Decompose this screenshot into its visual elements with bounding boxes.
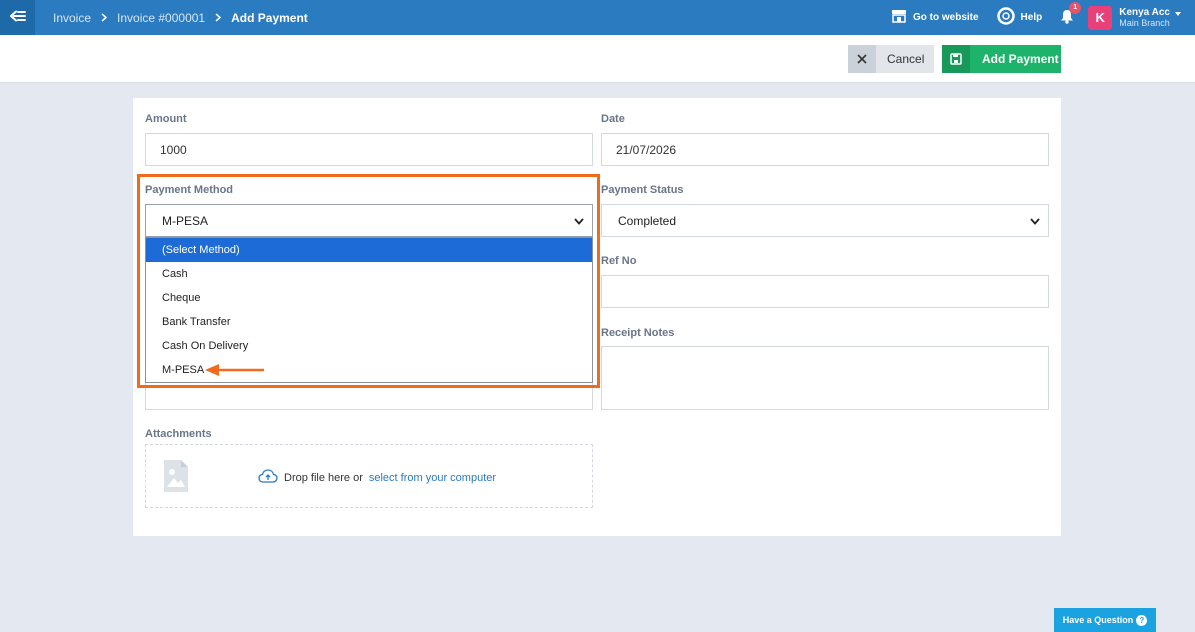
chevron-right-icon <box>215 13 222 22</box>
sidebar-toggle-button[interactable] <box>0 0 35 35</box>
chevron-down-icon <box>574 214 584 228</box>
option-bank-transfer[interactable]: Bank Transfer <box>146 310 592 334</box>
action-bar: Cancel Add Payment <box>0 35 1195 83</box>
pointer-arrow-icon <box>204 363 266 382</box>
breadcrumb-invoice[interactable]: Invoice <box>53 11 91 25</box>
caret-down-icon <box>1175 11 1181 16</box>
payment-method-label: Payment Method <box>145 184 234 196</box>
add-payment-button[interactable]: Add Payment <box>942 45 1061 73</box>
ref-no-label: Ref No <box>601 255 637 267</box>
payment-method-selected: M-PESA <box>162 213 209 228</box>
close-icon <box>848 45 876 73</box>
add-payment-label: Add Payment <box>982 52 1059 66</box>
payment-status-select[interactable]: Completed <box>601 204 1049 237</box>
image-file-icon <box>162 459 190 498</box>
payment-method-options-list: (Select Method) Cash Cheque Bank Transfe… <box>145 237 593 383</box>
have-a-question-button[interactable]: Have a Question ? <box>1054 608 1156 632</box>
menu-back-icon <box>9 9 26 27</box>
payment-status-label: Payment Status <box>601 184 684 196</box>
topbar-actions: Go to website Help 1 K Kenya Acc Main Br… <box>891 0 1195 35</box>
drop-file-label: Drop file here or <box>284 471 363 484</box>
payment-method-select[interactable]: M-PESA <box>145 204 593 237</box>
notification-badge: 1 <box>1069 1 1082 14</box>
receipt-notes-label: Receipt Notes <box>601 327 675 339</box>
question-icon: ? <box>1136 614 1148 626</box>
account-menu[interactable]: K Kenya Acc Main Branch <box>1088 5 1181 30</box>
help-label: Help <box>1020 12 1043 23</box>
breadcrumb-invoice-number[interactable]: Invoice #000001 <box>117 11 205 25</box>
option-select-method[interactable]: (Select Method) <box>146 238 592 262</box>
chevron-right-icon <box>101 13 108 22</box>
option-cash-on-delivery[interactable]: Cash On Delivery <box>146 334 592 358</box>
account-name: Kenya Acc <box>1119 6 1170 18</box>
chevron-down-icon <box>1030 214 1040 228</box>
cancel-button[interactable]: Cancel <box>848 45 934 73</box>
cloud-upload-icon <box>258 469 278 486</box>
option-cash[interactable]: Cash <box>146 262 592 286</box>
account-branch: Main Branch <box>1119 17 1170 28</box>
amount-label: Amount <box>145 113 187 125</box>
go-to-website-link[interactable]: Go to website <box>891 9 979 26</box>
attachments-label: Attachments <box>145 428 212 440</box>
store-icon <box>891 9 907 26</box>
select-from-computer-link[interactable]: select from your computer <box>369 472 496 484</box>
payment-status-selected: Completed <box>618 213 677 228</box>
date-input[interactable]: 21/07/2026 <box>601 133 1049 166</box>
lifebuoy-icon <box>996 7 1015 28</box>
receipt-notes-textarea[interactable] <box>601 346 1049 410</box>
amount-input[interactable]: 1000 <box>145 133 593 166</box>
dropzone-text: Drop file here or select from your compu… <box>258 469 496 486</box>
help-link[interactable]: Help <box>996 7 1043 28</box>
notifications-button[interactable]: 1 <box>1060 1 1082 27</box>
save-icon <box>942 45 970 73</box>
cancel-label: Cancel <box>887 52 925 66</box>
breadcrumb-current-page: Add Payment <box>231 10 308 25</box>
go-to-website-label: Go to website <box>912 12 979 23</box>
top-navbar: Invoice Invoice #000001 Add Payment Go t… <box>0 0 1195 35</box>
breadcrumb: Invoice Invoice #000001 Add Payment <box>53 0 308 35</box>
avatar: K <box>1088 5 1113 30</box>
option-cheque[interactable]: Cheque <box>146 286 592 310</box>
file-dropzone[interactable]: Drop file here or select from your compu… <box>145 444 593 508</box>
have-a-question-label: Have a Question <box>1062 615 1134 625</box>
date-label: Date <box>601 113 625 125</box>
ref-no-input[interactable] <box>601 275 1049 308</box>
